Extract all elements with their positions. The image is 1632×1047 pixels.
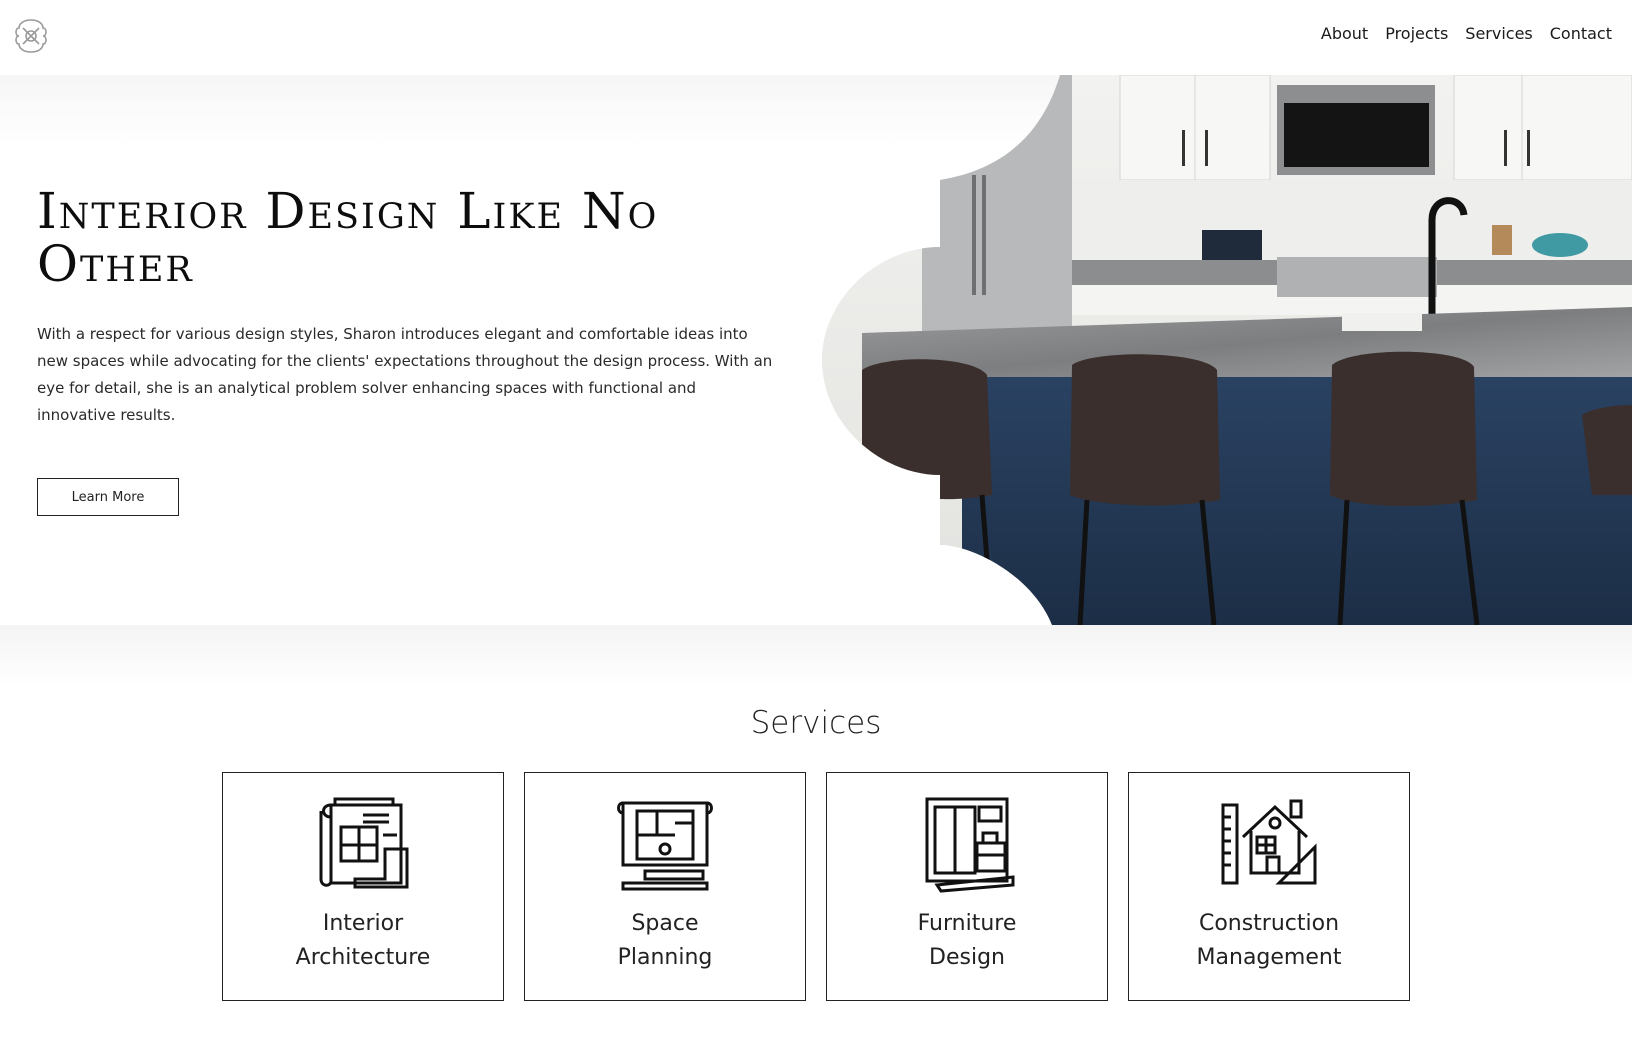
service-label: Construction Management — [1169, 907, 1369, 975]
hero-description: With a respect for various design styles… — [37, 325, 773, 424]
nav-about[interactable]: About — [1321, 24, 1368, 43]
service-label: Space Planning — [565, 907, 765, 975]
service-label: Furniture Design — [867, 907, 1067, 975]
logo-icon[interactable] — [11, 16, 51, 56]
service-card-interior-architecture[interactable]: Interior Architecture — [222, 772, 504, 1001]
service-label-line2: Architecture — [295, 945, 431, 970]
blueprint-icon — [319, 797, 409, 889]
service-label-line1: Interior — [322, 911, 404, 936]
hero-section: Interior Design Like No Other With a res… — [0, 75, 1632, 625]
hero-title: Interior Design Like No Other — [37, 182, 659, 293]
site-header: About Projects Services Contact — [0, 0, 1632, 75]
services-title: Services — [750, 705, 882, 741]
services-section: Services Interior Architecture Space Pla… — [0, 625, 1632, 1047]
main-nav: About Projects Services Contact — [1321, 24, 1612, 43]
service-card-furniture-design[interactable]: Furniture Design — [826, 772, 1108, 1001]
house-construction-icon — [1221, 799, 1317, 885]
nav-projects[interactable]: Projects — [1385, 24, 1448, 43]
service-card-space-planning[interactable]: Space Planning — [524, 772, 806, 1001]
service-label-line1: Furniture — [917, 911, 1017, 936]
furniture-icon — [925, 797, 1015, 893]
nav-contact[interactable]: Contact — [1550, 24, 1612, 43]
service-label-line1: Construction — [1198, 911, 1340, 936]
service-label-line1: Space — [631, 911, 699, 936]
service-label: Interior Architecture — [263, 907, 463, 975]
nav-services[interactable]: Services — [1465, 24, 1532, 43]
service-label-line2: Design — [929, 945, 1005, 970]
kitchen-photo — [822, 75, 1632, 625]
floor-plan-icon — [617, 801, 713, 891]
service-label-line2: Planning — [617, 945, 713, 970]
service-card-construction-management[interactable]: Construction Management — [1128, 772, 1410, 1001]
service-label-line2: Management — [1196, 945, 1342, 970]
learn-more-button[interactable]: Learn More — [37, 478, 179, 516]
services-cards: Interior Architecture Space Planning Fur… — [222, 772, 1410, 1001]
